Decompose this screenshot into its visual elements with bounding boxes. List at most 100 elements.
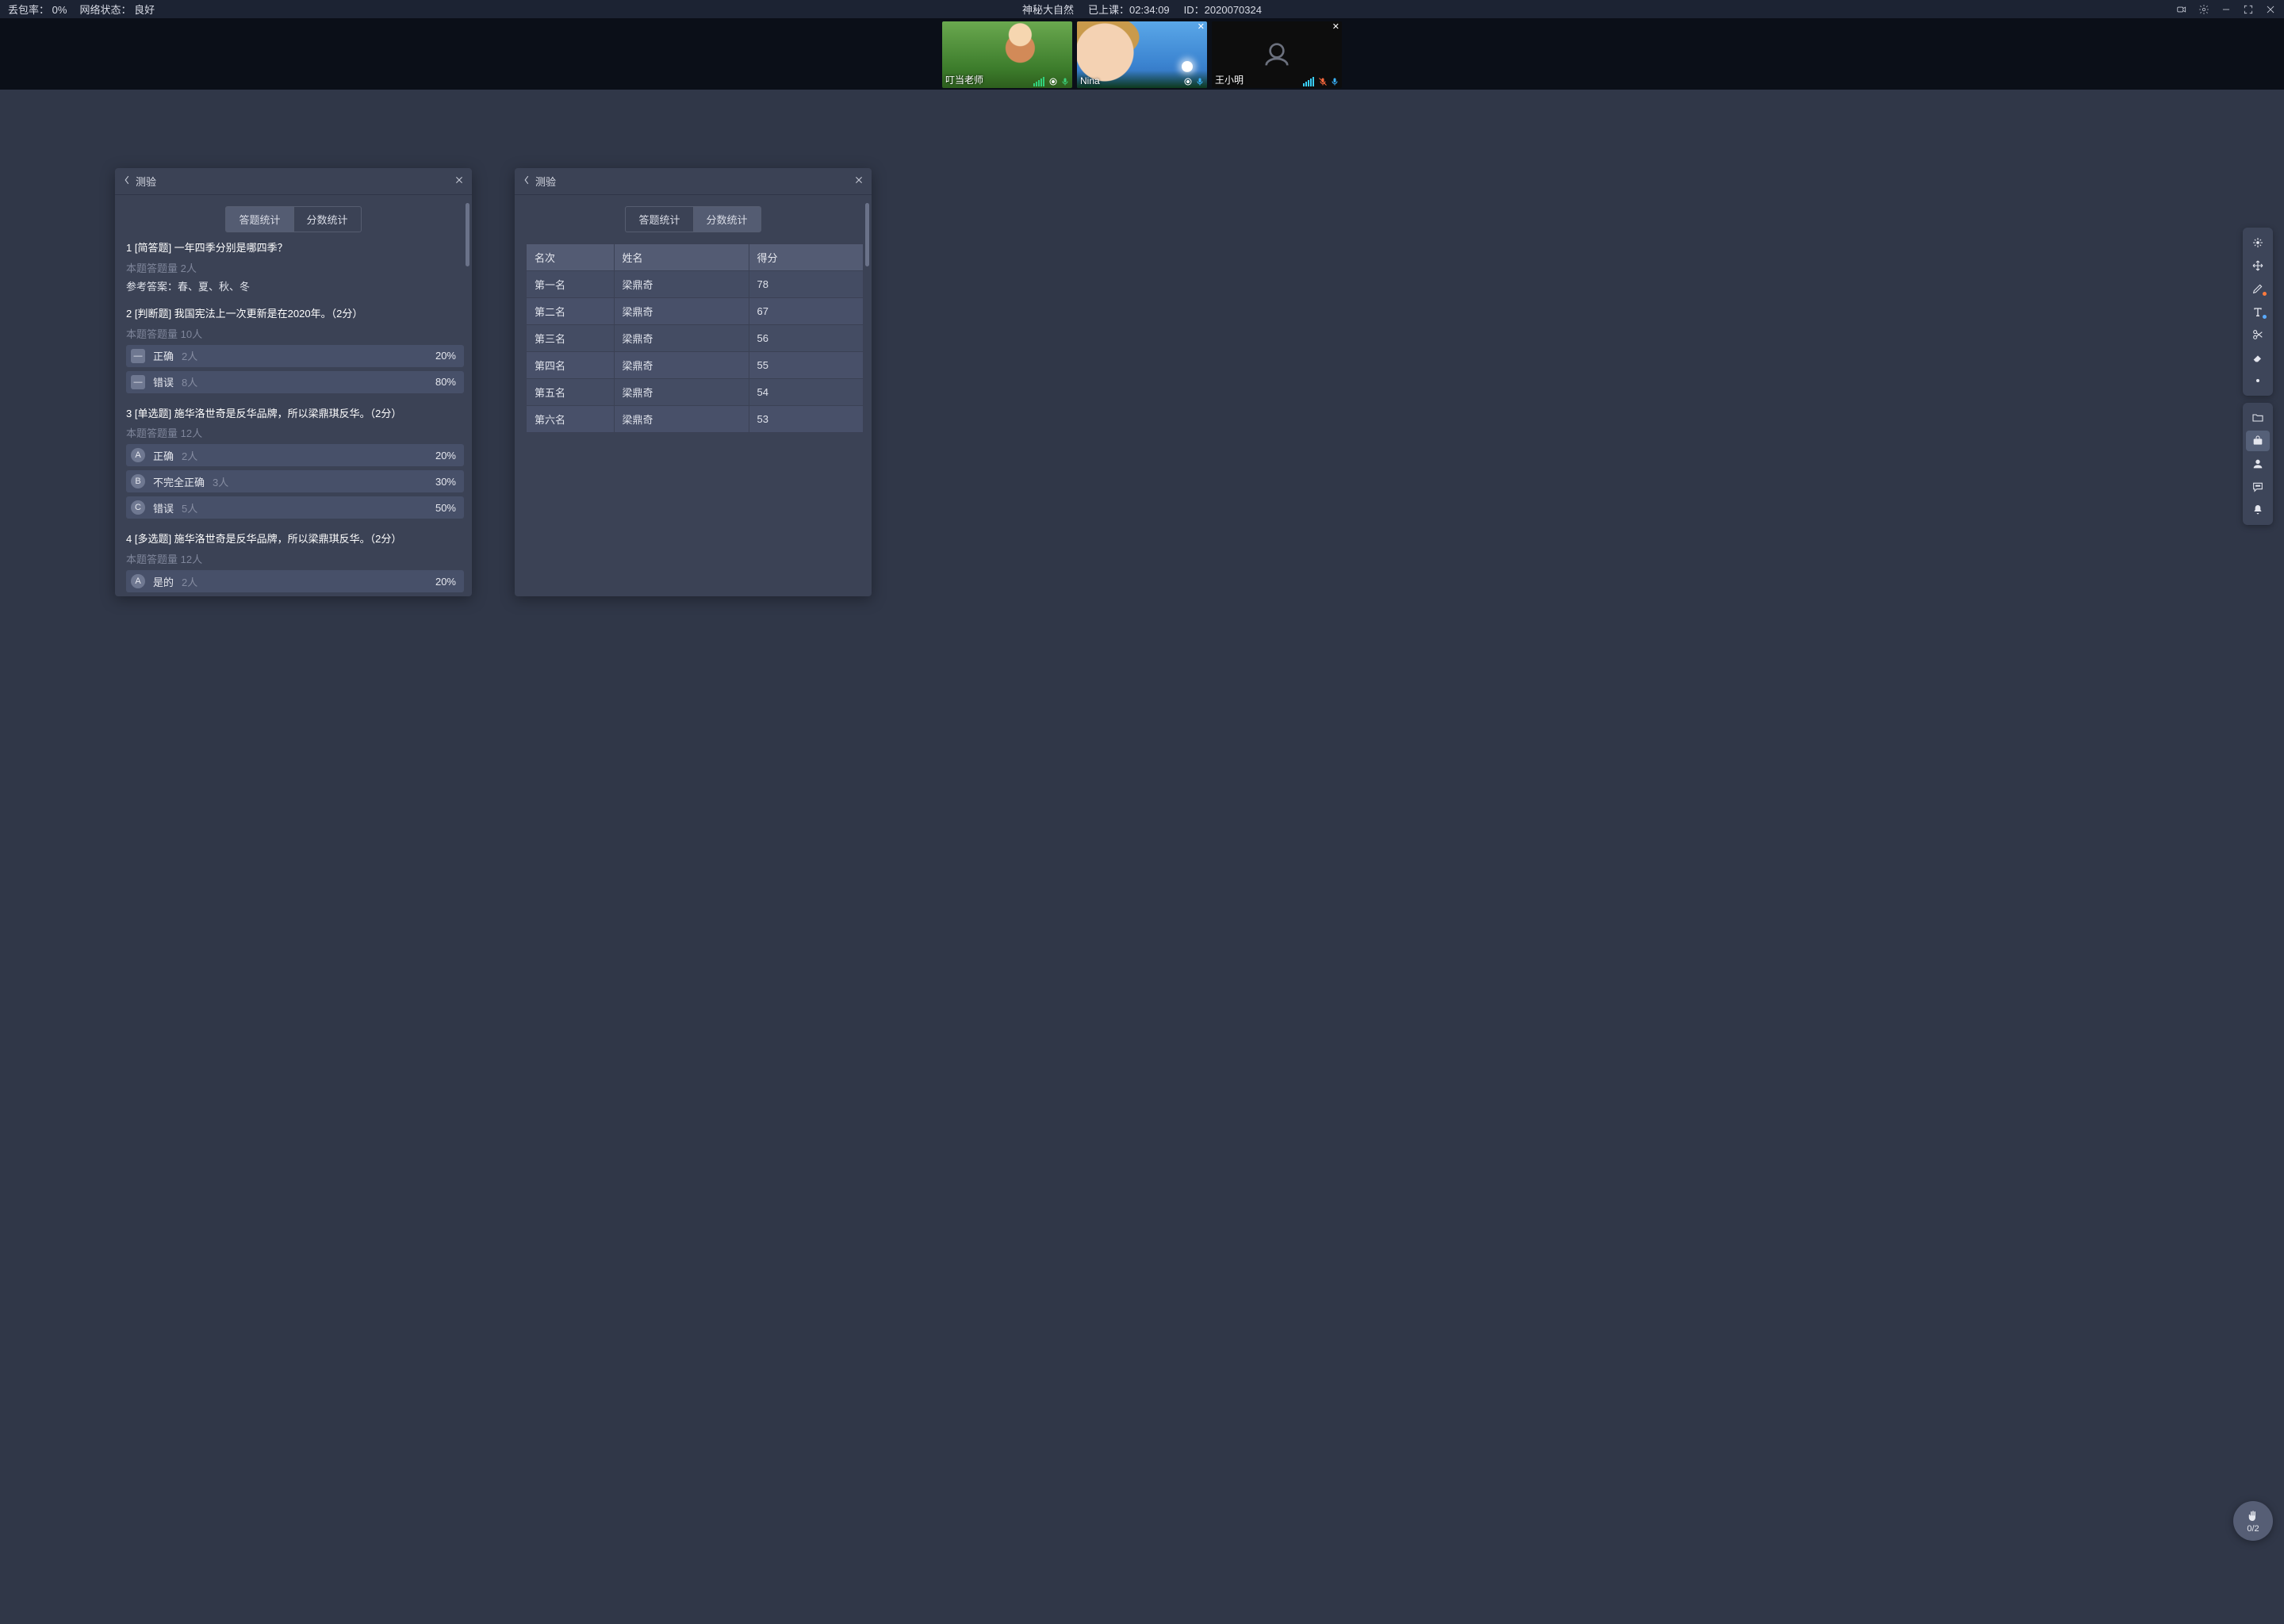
elapsed-value: 02:34:09 [1129, 4, 1170, 16]
participant-status-icons [1033, 77, 1070, 86]
close-window-icon[interactable] [2265, 4, 2276, 15]
panel-body[interactable]: 名次 姓名 得分 第一名梁鼎奇78第二名梁鼎奇67第三名梁鼎奇56第四名梁鼎奇5… [515, 240, 872, 596]
color-dot-icon [2263, 315, 2267, 319]
panel-title: 测验 [136, 174, 156, 189]
col-name: 姓名 [614, 244, 749, 271]
cell-score: 56 [749, 325, 864, 352]
tile-close-icon[interactable]: ✕ [1332, 23, 1339, 32]
record-icon [1048, 77, 1058, 86]
option-count: 2人 [182, 574, 197, 589]
session-id-label: ID： [1184, 4, 1205, 16]
option-percent: 20% [435, 576, 456, 588]
packet-loss: 丢包率： 0% [8, 2, 67, 17]
tab-score-stats[interactable]: 分数统计 [693, 206, 761, 232]
tool-group-workspace [2243, 403, 2273, 525]
participant-tile-nina[interactable]: ✕ Nina [1077, 21, 1207, 88]
cell-rank: 第一名 [527, 271, 615, 298]
mic-icon [1195, 77, 1205, 86]
participant-name: 叮当老师 [945, 73, 983, 86]
reference-answer: 参考答案：春、夏、秋、冬 [126, 278, 464, 293]
cell-name: 梁鼎奇 [614, 271, 749, 298]
tab-answer-stats[interactable]: 答题统计 [625, 206, 692, 232]
network-status: 网络状态： 良好 [79, 2, 155, 17]
pen-icon[interactable] [2246, 278, 2270, 299]
table-row: 第五名梁鼎奇54 [527, 379, 864, 406]
eraser-icon[interactable] [2246, 347, 2270, 368]
option-letter: — [131, 349, 145, 363]
close-icon[interactable] [454, 175, 464, 187]
minimize-icon[interactable] [2221, 4, 2232, 15]
panel-tabs: 答题统计 分数统计 [115, 195, 472, 240]
panel-tabs: 答题统计 分数统计 [515, 195, 872, 240]
cell-score: 54 [749, 379, 864, 406]
camera-toggle-icon[interactable] [2176, 4, 2187, 15]
quiz-panel-scores: 测验 答题统计 分数统计 名次 姓名 得分 第一名梁鼎奇78第二名梁鼎奇67第三… [515, 168, 872, 596]
panel-title: 测验 [535, 174, 556, 189]
scrollbar[interactable] [865, 200, 869, 592]
toolbox-icon[interactable] [2246, 431, 2270, 451]
option-count: 8人 [182, 374, 197, 389]
tab-score-stats[interactable]: 分数统计 [293, 206, 362, 232]
circle-icon[interactable] [2246, 370, 2270, 391]
col-score: 得分 [749, 244, 864, 271]
option-text: 不完全正确 [153, 474, 205, 489]
option-percent: 30% [435, 476, 456, 488]
question-title: 1 [简答题] 一年四季分别是哪四季？ [126, 240, 464, 257]
bell-icon[interactable] [2246, 500, 2270, 520]
cell-score: 67 [749, 298, 864, 325]
back-icon[interactable] [523, 175, 531, 187]
cell-rank: 第三名 [527, 325, 615, 352]
option-row: C错误5人50% [126, 496, 464, 519]
option-percent: 20% [435, 350, 456, 362]
table-row: 第二名梁鼎奇67 [527, 298, 864, 325]
hand-raise-button[interactable]: 0/2 [2233, 1501, 2273, 1541]
scrollbar-thumb[interactable] [865, 203, 869, 266]
option-letter: — [131, 375, 145, 389]
cell-name: 梁鼎奇 [614, 298, 749, 325]
question-block: 3 [单选题] 施华洛世奇是反华品牌，所以梁鼎琪反华。（2分）本题答题量 12人… [126, 406, 464, 519]
scissors-icon[interactable] [2246, 324, 2270, 345]
fullscreen-icon[interactable] [2243, 4, 2254, 15]
text-icon[interactable] [2246, 301, 2270, 322]
participant-tile-teacher[interactable]: 叮当老师 [942, 21, 1072, 88]
folder-icon[interactable] [2246, 408, 2270, 428]
option-text: 错误 [153, 500, 174, 515]
audio-level-icon [1033, 77, 1044, 86]
class-title: 神秘大自然 [1022, 2, 1074, 17]
cell-score: 78 [749, 271, 864, 298]
cell-rank: 第四名 [527, 352, 615, 379]
participant-name: 王小明 [1215, 73, 1244, 86]
question-count: 本题答题量 10人 [126, 326, 464, 341]
back-icon[interactable] [123, 175, 131, 187]
option-row: B不完全正确3人30% [126, 470, 464, 492]
scrollbar-thumb[interactable] [466, 203, 469, 266]
user-icon[interactable] [2246, 454, 2270, 474]
chat-icon[interactable] [2246, 477, 2270, 497]
question-title: 4 [多选题] 施华洛世奇是反华品牌，所以梁鼎琪反华。（2分） [126, 531, 464, 548]
cell-name: 梁鼎奇 [614, 325, 749, 352]
close-icon[interactable] [854, 175, 864, 187]
window-controls [2176, 4, 2276, 15]
tab-answer-stats[interactable]: 答题统计 [225, 206, 293, 232]
right-toolbar [2243, 228, 2273, 525]
scrollbar[interactable] [466, 200, 469, 592]
mic-icon [1330, 77, 1339, 86]
hand-raise-count: 0/2 [2247, 1524, 2259, 1534]
cell-name: 梁鼎奇 [614, 379, 749, 406]
table-row: 第六名梁鼎奇53 [527, 406, 864, 433]
question-count: 本题答题量 12人 [126, 551, 464, 566]
option-letter: B [131, 474, 145, 488]
option-percent: 20% [435, 450, 456, 462]
col-rank: 名次 [527, 244, 615, 271]
question-count: 本题答题量 12人 [126, 425, 464, 440]
packet-loss-value: 0% [52, 4, 67, 16]
panel-body[interactable]: 1 [简答题] 一年四季分别是哪四季？本题答题量 2人参考答案：春、夏、秋、冬2… [115, 240, 472, 596]
tile-close-icon[interactable]: ✕ [1198, 23, 1205, 32]
cell-score: 55 [749, 352, 864, 379]
move-icon[interactable] [2246, 255, 2270, 276]
laser-pointer-icon[interactable] [2246, 232, 2270, 253]
participant-tile-wang[interactable]: ✕ 王小明 [1212, 21, 1342, 88]
settings-icon[interactable] [2198, 4, 2209, 15]
participant-name: Nina [1080, 75, 1100, 86]
panel-header: 测验 [515, 168, 872, 195]
